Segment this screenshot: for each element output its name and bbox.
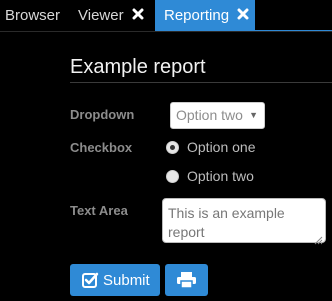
checkbox-label: Checkbox (70, 140, 133, 155)
dropdown-label: Dropdown (70, 107, 135, 122)
textarea-label: Text Area (70, 203, 128, 218)
tab-underline (255, 30, 332, 31)
print-button[interactable] (165, 264, 208, 296)
radio-label: Option two (187, 168, 254, 184)
submit-button[interactable]: Submit (70, 264, 160, 296)
report-textarea[interactable]: This is an example report (162, 198, 326, 245)
textarea-value: This is an example report (168, 205, 285, 240)
page-title: Example report (70, 56, 206, 78)
submit-label: Submit (103, 272, 150, 289)
tab-browser[interactable]: Browser (5, 0, 60, 31)
resize-grip-icon[interactable] (314, 231, 323, 245)
dropdown-select[interactable]: Option two ▼ (170, 102, 265, 129)
tab-label: Reporting (164, 7, 230, 24)
radio-button[interactable] (166, 170, 179, 183)
radio-label: Option one (187, 139, 256, 155)
tab-reporting[interactable]: Reporting (155, 0, 255, 31)
divider (70, 82, 332, 83)
print-icon (177, 272, 196, 293)
tab-label: Viewer (78, 7, 124, 24)
close-icon[interactable] (132, 0, 144, 31)
close-icon[interactable] (237, 0, 249, 31)
checkbox-check-icon (82, 272, 99, 293)
tab-bar: Browser Viewer Reporting (0, 0, 332, 32)
dropdown-value: Option two (176, 107, 243, 123)
caret-down-icon: ▼ (249, 110, 258, 120)
tab-label: Browser (5, 7, 61, 24)
tab-viewer[interactable]: Viewer (78, 0, 144, 31)
radio-button[interactable] (166, 141, 179, 154)
